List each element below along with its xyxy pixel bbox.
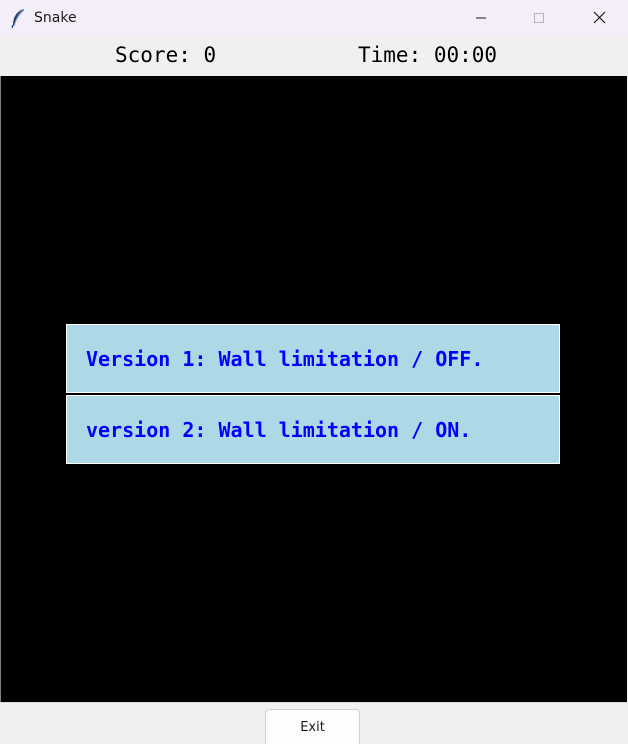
- info-bar: Score: 0 Time: 00:00: [0, 37, 628, 76]
- app-window: Snake Score: 0 Time: 00:00 Version 1: Wa…: [0, 0, 628, 744]
- minimize-icon: [475, 9, 487, 28]
- minimize-button[interactable]: [452, 0, 510, 37]
- game-canvas[interactable]: Version 1: Wall limitation / OFF. versio…: [0, 76, 627, 702]
- maximize-icon: [533, 9, 545, 28]
- close-button[interactable]: [570, 0, 628, 37]
- exit-button[interactable]: Exit: [265, 709, 360, 744]
- window-title: Snake: [34, 10, 77, 26]
- score-label: Score: 0: [115, 43, 217, 67]
- title-bar[interactable]: Snake: [0, 0, 628, 37]
- maximize-button[interactable]: [510, 0, 568, 37]
- bottom-bar: Exit: [0, 702, 628, 744]
- close-icon: [593, 9, 606, 28]
- time-label: Time: 00:00: [358, 43, 498, 67]
- feather-icon: [10, 8, 26, 29]
- version-2-button[interactable]: version 2: Wall limitation / ON.: [66, 395, 560, 464]
- version-1-button[interactable]: Version 1: Wall limitation / OFF.: [66, 324, 560, 393]
